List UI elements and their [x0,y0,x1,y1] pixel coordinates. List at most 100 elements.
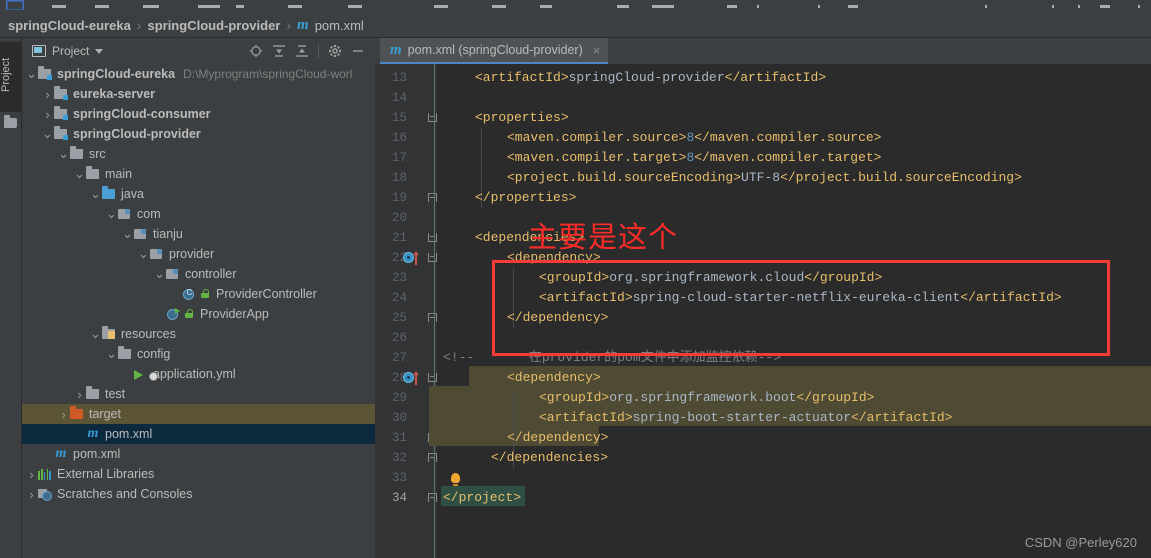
chevron-down-icon[interactable] [95,48,104,54]
tree-item-provider[interactable]: ⌄ provider [22,244,375,264]
chevron-down-icon[interactable]: ⌄ [26,66,37,82]
chevron-down-icon[interactable]: ⌄ [122,226,133,242]
code-editor[interactable]: 13 14 15 16 17 18 19 20 21 22 23 24 25 26 27 28 29 30 31 32… [375,64,1151,558]
chevron-right-icon[interactable]: › [42,87,53,102]
chevron-down-icon[interactable]: ⌄ [90,186,101,202]
chevron-down-icon[interactable]: ⌄ [90,326,101,342]
chevron-down-icon[interactable]: ⌄ [58,146,69,162]
chevron-right-icon[interactable]: › [26,467,37,482]
editor-tab-pom-xml[interactable]: m pom.xml (springCloud-provider) × [380,38,609,64]
tree-item-external-libraries[interactable]: › External Libraries [22,464,375,484]
menu-item[interactable] [143,5,159,8]
code-token-tag: </artifactId> [724,70,827,85]
menu-item[interactable] [727,5,737,8]
menu-item[interactable] [288,5,302,8]
chevron-right-icon[interactable]: › [26,487,37,502]
menu-item-active[interactable] [6,0,24,10]
menu-item[interactable] [1078,5,1080,8]
menu-item[interactable] [52,5,66,8]
tree-item-target[interactable]: › target [22,404,375,424]
code-line: </properties> [475,188,576,208]
tree-item-scratches-and-consoles[interactable]: › Scratches and Consoles [22,484,375,504]
tree-item-resources[interactable]: ⌄ resources [22,324,375,344]
tree-item-pom-xml[interactable]: m pom.xml [22,444,375,464]
menu-item[interactable] [1052,5,1054,8]
tree-item-src[interactable]: ⌄ src [22,144,375,164]
tree-item-springcloud-provider[interactable]: ⌄ springCloud-provider [22,124,375,144]
tree-item-application-yml[interactable]: application.yml [22,364,375,384]
tree-item-config[interactable]: ⌄ config [22,344,375,364]
menu-item[interactable] [985,5,987,8]
tree-item-springcloud-consumer[interactable]: › springCloud-consumer [22,104,375,124]
chevron-right-icon[interactable]: › [58,407,69,422]
menu-item[interactable] [236,5,244,8]
maven-dependency-icon[interactable] [403,251,421,265]
tree-item-label: Scratches and Consoles [57,487,193,501]
chevron-down-icon[interactable]: ⌄ [74,166,85,182]
code-token-tag: <groupId> [539,390,610,405]
chevron-down-icon[interactable]: ⌄ [138,246,149,262]
tree-item-providercontroller[interactable]: ProviderController [22,284,375,304]
menu-item[interactable] [818,5,820,8]
breadcrumb-item-module[interactable]: springCloud-provider [147,18,280,33]
tree-item-tianju[interactable]: ⌄ tianju [22,224,375,244]
menu-item[interactable] [434,5,448,8]
tree-item-controller[interactable]: ⌄ controller [22,264,375,284]
code-token-tag: </project> [443,490,522,505]
editor-gutter[interactable]: 13 14 15 16 17 18 19 20 21 22 23 24 25 26 27 28 29 30 31 32… [375,64,437,558]
lightbulb-icon[interactable] [451,473,460,486]
menu-item[interactable] [652,5,674,8]
code-line: <dependency> [507,368,601,388]
menu-item[interactable] [617,5,629,8]
tree-item-java[interactable]: ⌄ java [22,184,375,204]
locate-icon[interactable] [249,44,263,58]
package-icon [133,227,149,241]
chevron-down-icon[interactable]: ⌄ [106,206,117,222]
collapse-all-icon[interactable] [295,44,309,58]
minimize-icon[interactable] [351,44,365,58]
tree-item-providerapp[interactable]: ProviderApp [22,304,375,324]
module-icon [37,66,53,81]
tree-item-test[interactable]: › test [22,384,375,404]
menu-item[interactable] [348,5,362,8]
menu-item[interactable] [540,5,552,8]
chevron-down-icon[interactable]: ⌄ [42,126,53,142]
line-number: 13 [391,71,407,85]
editor-area: m pom.xml (springCloud-provider) × 13 14 1… [375,38,1151,558]
code-token-tag: <project.build.sourceEncoding> [507,170,742,185]
breadcrumb-item-file[interactable]: pom.xml [315,18,364,33]
menu-item[interactable] [848,5,858,8]
folder-target-icon [69,406,85,421]
line-number: 32 [391,451,407,465]
tool-window-button-project[interactable]: Project [0,42,22,112]
chevron-down-icon[interactable]: ⌄ [154,266,165,282]
breadcrumb-item-project[interactable]: springCloud-eureka [8,18,131,33]
gear-icon[interactable] [328,44,342,58]
chevron-right-icon[interactable]: › [42,107,53,122]
tree-item-main[interactable]: ⌄ main [22,164,375,184]
folder-icon[interactable] [4,115,17,128]
folder-src-icon [101,186,117,201]
tree-item-com[interactable]: ⌄ com [22,204,375,224]
tree-item-label: main [105,167,133,181]
tree-item-label: springCloud-consumer [73,107,211,121]
tree-item-springcloud-eureka[interactable]: ⌄ springCloud-eureka D:\Myprogram\springCl… [22,64,375,84]
tree-item-path: D:\Myprogram\springCloud-worl [183,67,353,81]
chevron-down-icon[interactable]: ⌄ [106,346,117,362]
menu-item[interactable] [492,5,506,8]
tree-item-eureka-server[interactable]: › eureka-server [22,84,375,104]
project-view-label[interactable]: Project [52,44,89,58]
menu-item[interactable] [1100,5,1110,8]
expand-all-icon[interactable] [272,44,286,58]
close-icon[interactable]: × [593,43,601,58]
menu-item[interactable] [198,5,220,8]
menu-item[interactable] [757,5,759,8]
menu-item[interactable] [1138,5,1140,8]
maven-dependency-icon[interactable] [403,371,421,385]
editor-tab-bar: m pom.xml (springCloud-provider) × [375,38,1151,64]
chevron-right-icon[interactable]: › [74,387,85,402]
menu-item[interactable] [95,5,109,8]
tree-item-pom-xml[interactable]: m pom.xml [22,424,375,444]
project-tree[interactable]: ⌄ springCloud-eureka D:\Myprogram\springCl… [22,64,375,558]
code-line: <artifactId>spring-boot-starter-actuator… [539,408,952,428]
